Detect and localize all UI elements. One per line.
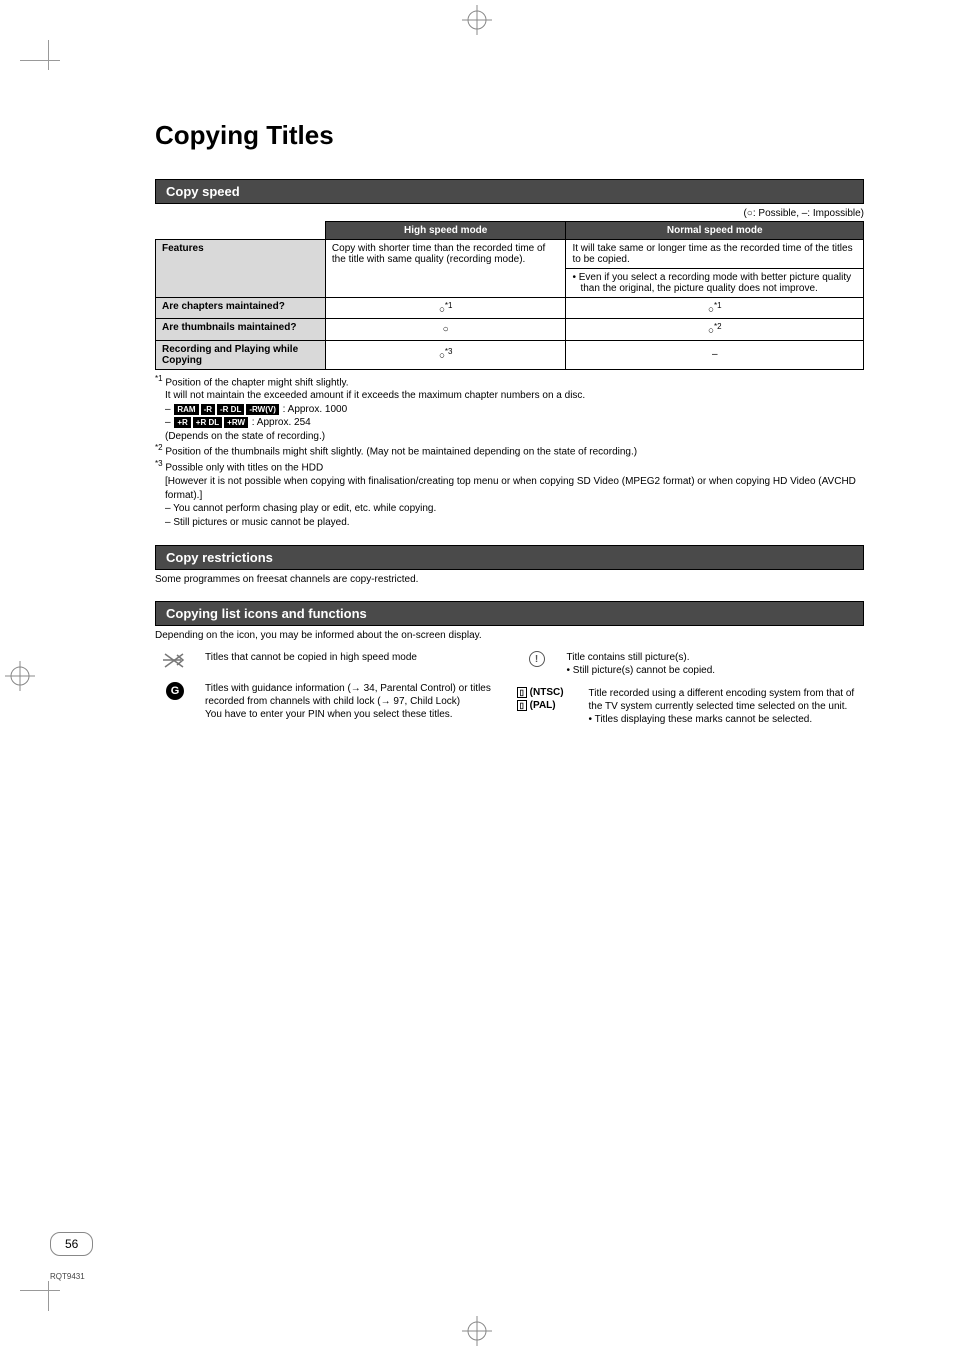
thumbnails-high-cell: ○ <box>325 319 566 340</box>
footnote-text: (Depends on the state of recording.) <box>155 430 864 444</box>
no-highspeed-icon <box>155 651 195 672</box>
disc-badge: -R <box>201 404 215 415</box>
table-row: Features Copy with shorter time than the… <box>156 240 864 298</box>
guidance-icon: G <box>155 682 195 700</box>
page-title: Copying Titles <box>155 120 864 151</box>
fn-sup: *3 <box>155 459 163 468</box>
page-number: 56 <box>50 1232 93 1256</box>
footnote-text: – Still pictures or music cannot be play… <box>155 516 864 530</box>
pal-label: (PAL) <box>527 700 556 711</box>
footnote-ref: *2 <box>714 322 722 331</box>
g-circle-icon: G <box>166 682 184 700</box>
icon-description: Titles with guidance information (→ 34, … <box>205 682 503 721</box>
still-picture-icon: ! <box>517 651 557 667</box>
icon-row: G Titles with guidance information (→ 34… <box>155 682 503 721</box>
copy-speed-table: High speed mode Normal speed mode Featur… <box>155 221 864 370</box>
chapters-normal-cell: ○*1 <box>566 298 864 319</box>
row-label-rec-play: Recording and Playing while Copying <box>156 340 326 369</box>
table-header-high-speed: High speed mode <box>325 222 566 240</box>
footnote-badges-line: – +R+R DL+RW : Approx. 254 <box>155 416 864 430</box>
footnotes-block: *1 Position of the chapter might shift s… <box>155 374 864 529</box>
row-label-chapters: Are chapters maintained? <box>156 298 326 319</box>
icon-row: ▯ (NTSC) ▯ (PAL) Title recorded using a … <box>517 687 865 726</box>
chapters-high-cell: ○*1 <box>325 298 566 319</box>
icon-desc-line: Title recorded using a different encodin… <box>589 687 865 713</box>
table-header-row: High speed mode Normal speed mode <box>156 222 864 240</box>
rec-icon: ▯ <box>517 687 527 698</box>
footnote-text: It will not maintain the exceeded amount… <box>155 389 864 403</box>
trim-mark <box>48 40 49 70</box>
crop-mark-top <box>462 5 492 35</box>
section-heading-restrictions: Copy restrictions <box>155 545 864 570</box>
icon-row: ! Title contains still picture(s). • Sti… <box>517 651 865 677</box>
icon-desc-bullet: • Still picture(s) cannot be copied. <box>567 664 865 677</box>
row-label-features: Features <box>156 240 326 298</box>
exclamation-circle-icon: ! <box>529 651 545 667</box>
disc-badge: -R DL <box>217 404 244 415</box>
table-header-normal-speed: Normal speed mode <box>566 222 864 240</box>
table-header-empty <box>156 222 326 240</box>
footnote-ref: *3 <box>445 347 453 356</box>
trim-mark <box>20 60 60 61</box>
registration-mark-icon <box>462 5 492 35</box>
fn-sup: *1 <box>155 374 163 383</box>
encoding-system-icon: ▯ (NTSC) ▯ (PAL) <box>517 687 579 713</box>
footnote-text: : Approx. 1000 <box>280 404 347 415</box>
icons-grid: Titles that cannot be copied in high spe… <box>155 651 864 736</box>
disc-badge: +R <box>174 417 190 428</box>
footnote-badges-line: – RAM-R-R DL-RW(V) : Approx. 1000 <box>155 403 864 417</box>
restrictions-text: Some programmes on freesat channels are … <box>155 574 864 585</box>
section-heading-copy-speed: Copy speed <box>155 179 864 204</box>
trim-mark <box>20 1290 60 1291</box>
crop-mark-bottom <box>462 1316 492 1346</box>
icon-desc-line: Title contains still picture(s). <box>567 651 865 664</box>
footnote-text: : Approx. 254 <box>249 417 311 428</box>
table-legend: (○: Possible, –: Impossible) <box>155 208 864 219</box>
section-heading-icons: Copying list icons and functions <box>155 601 864 626</box>
document-id: RQT9431 <box>50 1272 85 1281</box>
table-row: Are thumbnails maintained? ○ ○*2 <box>156 319 864 340</box>
crossed-arrow-icon <box>161 651 189 669</box>
rec-play-normal-cell: – <box>566 340 864 369</box>
icon-description: Title contains still picture(s). • Still… <box>567 651 865 677</box>
features-normal-p2: • Even if you select a recording mode wi… <box>572 269 857 294</box>
row-label-thumbnails: Are thumbnails maintained? <box>156 319 326 340</box>
table-row: Are chapters maintained? ○*1 ○*1 <box>156 298 864 319</box>
disc-badge: +R DL <box>193 417 222 428</box>
features-normal-p1: It will take same or longer time as the … <box>566 240 863 269</box>
disc-badge: -RW(V) <box>246 404 279 415</box>
ntsc-label: (NTSC) <box>527 687 564 698</box>
rec-icon: ▯ <box>517 700 527 711</box>
footnote-text: – You cannot perform chasing play or edi… <box>155 502 864 516</box>
disc-badge: +RW <box>224 417 248 428</box>
footnote-ref: *1 <box>445 301 453 310</box>
table-row: Recording and Playing while Copying ○*3 … <box>156 340 864 369</box>
footnote-text: Position of the thumbnails might shift s… <box>163 447 638 458</box>
footnote-text: [However it is not possible when copying… <box>155 475 864 502</box>
icon-row: Titles that cannot be copied in high spe… <box>155 651 503 672</box>
trim-mark <box>48 1281 49 1311</box>
icons-left-column: Titles that cannot be copied in high spe… <box>155 651 503 736</box>
icons-right-column: ! Title contains still picture(s). • Sti… <box>517 651 865 736</box>
rec-play-high-cell: ○*3 <box>325 340 566 369</box>
disc-badge: RAM <box>174 404 198 415</box>
footnote-ref: *1 <box>714 301 722 310</box>
thumbnails-normal-cell: ○*2 <box>566 319 864 340</box>
crop-mark-left <box>5 661 35 691</box>
footnote-text: Possible only with titles on the HDD <box>163 463 324 474</box>
features-normal-cell: It will take same or longer time as the … <box>566 240 864 298</box>
features-high-cell: Copy with shorter time than the recorded… <box>325 240 566 298</box>
registration-mark-icon <box>462 1316 492 1346</box>
registration-mark-icon <box>5 661 35 691</box>
fn-sup: *2 <box>155 443 163 452</box>
footnote-text: Position of the chapter might shift slig… <box>163 377 349 388</box>
icons-intro-text: Depending on the icon, you may be inform… <box>155 630 864 641</box>
icon-description: Titles that cannot be copied in high spe… <box>205 651 503 664</box>
icon-description: Title recorded using a different encodin… <box>589 687 865 726</box>
icon-desc-bullet: • Titles displaying these marks cannot b… <box>589 713 865 726</box>
